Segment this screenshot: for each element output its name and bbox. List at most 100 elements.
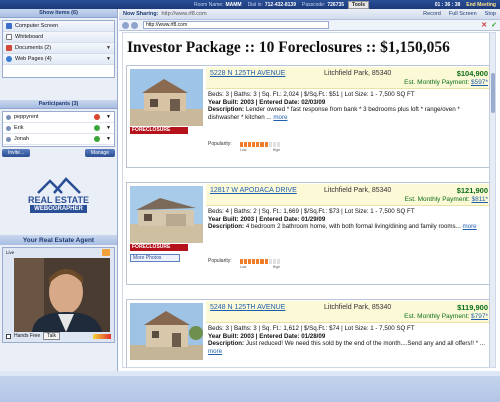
- show-item-computer-screen[interactable]: Computer Screen: [3, 21, 114, 32]
- participant-row[interactable]: peppyrent ▼: [3, 112, 114, 123]
- volume-icon[interactable]: [93, 333, 111, 339]
- monthly-payment-link[interactable]: $597*: [471, 79, 488, 86]
- listing-city: Litchfield Park, 85340: [324, 70, 392, 77]
- listing-photo-image: [130, 303, 203, 360]
- more-link[interactable]: more: [273, 114, 287, 121]
- popularity-bar: [240, 259, 280, 264]
- dial-in-label: Dial in:: [247, 1, 263, 8]
- listing-photo[interactable]: [130, 303, 203, 360]
- listing-details: Beds: 4 | Baths: 2 | Sq. Ft.: 1,669 | $/…: [208, 208, 491, 231]
- now-sharing-bar: Now Sharing: http://www.rf8.com Record F…: [119, 9, 500, 20]
- close-icon[interactable]: ✕: [481, 21, 487, 29]
- status-icon: [94, 136, 101, 142]
- listing-specs: Beds: 3 | Baths: 3 | Sq. Ft.: 1,612 | $/…: [208, 325, 415, 332]
- listing-description: Description: Lender owned * fast respons…: [208, 106, 460, 121]
- manage-button[interactable]: Manage: [84, 149, 115, 157]
- chevron-down-icon[interactable]: ▼: [106, 114, 111, 120]
- listing-year: Year Built: 2003 | Entered Date: 02/03/0…: [208, 98, 326, 106]
- camera-icon[interactable]: [102, 249, 110, 256]
- more-link[interactable]: more: [208, 348, 222, 355]
- listing-city: Litchfield Park, 85340: [324, 187, 392, 194]
- check-icon[interactable]: ✓: [491, 21, 497, 29]
- listing-address-link[interactable]: 5248 N 125TH AVENUE: [210, 304, 285, 311]
- listing-address-link[interactable]: 5228 N 125TH AVENUE: [210, 70, 285, 77]
- monthly-payment-link[interactable]: $797*: [471, 313, 488, 320]
- hands-free-checkbox[interactable]: [6, 333, 11, 339]
- listing-city: Litchfield Park, 85340: [324, 304, 392, 311]
- tools-menu[interactable]: Tools: [348, 0, 370, 9]
- invite-button[interactable]: Invite...: [2, 149, 31, 157]
- listing-year: Year Built: 2003 | Entered Date: 01/29/0…: [208, 215, 326, 223]
- listing-address-link[interactable]: 12817 W APODACA DRIVE: [210, 187, 297, 194]
- participants-header: Participants (3): [0, 100, 117, 109]
- document-icon: [6, 45, 12, 51]
- listing-header: 5248 N 125TH AVENUE Litchfield Park, 853…: [206, 301, 492, 323]
- meeting-clock: 01 : 36 : 38: [434, 1, 461, 8]
- listing-description: Description: Just reduced! We need this …: [208, 340, 486, 355]
- chevron-down-icon[interactable]: ▼: [106, 56, 111, 62]
- participant-row[interactable]: Jonah ▼: [3, 134, 114, 145]
- left-panel: Show Items (6) Computer Screen Whiteboar…: [0, 9, 118, 371]
- chevron-down-icon[interactable]: ▼: [106, 125, 111, 131]
- agent-video-panel: Live Hands Free Talk: [2, 247, 115, 343]
- participants-list: peppyrent ▼ Erik ▼ Jonah ▼: [2, 111, 115, 147]
- listing-photo-image: [130, 186, 203, 243]
- hands-free-label: Hands Free: [14, 333, 41, 339]
- agent-header: Your Real Estate Agent: [0, 235, 117, 245]
- agent-video-image: [14, 258, 110, 332]
- listing-price: $104,900: [456, 69, 488, 78]
- monthly-payment: Est. Monthly Payment: $597*: [404, 79, 488, 86]
- real-estate-webographer-logo: REAL ESTATE WEBOGRAPHER: [0, 161, 117, 227]
- passcode-label: Passcode:: [302, 1, 326, 8]
- stop-button[interactable]: Stop: [485, 11, 496, 17]
- back-icon[interactable]: [122, 21, 129, 29]
- show-item-label: Web Pages (4): [15, 56, 52, 62]
- participant-name: Erik: [14, 125, 24, 131]
- scrollbar-thumb[interactable]: [491, 73, 495, 113]
- more-link[interactable]: more: [463, 223, 477, 230]
- footer-bar: [0, 371, 500, 402]
- content-scrollbar[interactable]: [489, 33, 495, 367]
- now-sharing-url: http://www.rf8.com: [161, 11, 207, 17]
- listing-header: 12817 W APODACA DRIVE Litchfield Park, 8…: [206, 184, 492, 206]
- listing-photo[interactable]: [130, 69, 203, 126]
- talk-button[interactable]: Talk: [43, 332, 61, 340]
- listing-photo[interactable]: [130, 186, 203, 243]
- dial-in: 712-432-8139: [264, 1, 296, 8]
- show-item-label: Whiteboard: [15, 34, 44, 40]
- person-icon: [6, 114, 11, 120]
- monthly-payment-link[interactable]: $811*: [471, 196, 488, 203]
- passcode: 726735: [327, 1, 345, 8]
- house-logo-icon: [36, 177, 81, 194]
- url-input[interactable]: http://www.rf8.com: [143, 21, 329, 29]
- participant-row[interactable]: Erik ▼: [3, 123, 114, 134]
- listing-card: FORECLOSURE 5228 N 125TH AVENUE Litchfie…: [126, 65, 494, 168]
- show-item-web-pages[interactable]: Web Pages (4) ▼: [3, 54, 114, 65]
- web-content: Investor Package :: 10 Foreclosures :: $…: [122, 32, 496, 368]
- agent-controls: Hands Free Talk: [6, 332, 111, 340]
- popularity-bar: [240, 142, 280, 147]
- logo-bottom-text: WEBOGRAPHER: [30, 205, 87, 213]
- listing-price: $119,900: [457, 303, 488, 312]
- listing-photo-image: [130, 69, 203, 126]
- show-item-whiteboard[interactable]: Whiteboard: [3, 32, 114, 43]
- show-item-documents[interactable]: Documents (2) ▼: [3, 43, 114, 54]
- participant-actions: Invite... Manage: [2, 149, 115, 157]
- room-name-label: Room Name:: [194, 1, 224, 8]
- listing-specs: Beds: 4 | Baths: 2 | Sq. Ft.: 1,669 | $/…: [208, 208, 415, 215]
- person-icon: [6, 136, 11, 142]
- popularity-meter: Popularity: Low High: [208, 258, 280, 269]
- end-meeting-button[interactable]: End Meeting: [466, 2, 496, 8]
- more-photos-button[interactable]: More Photos: [130, 254, 180, 262]
- foreclosure-badge: FORECLOSURE: [130, 244, 188, 251]
- show-items-list: Computer Screen Whiteboard Documents (2)…: [2, 20, 115, 78]
- main-area: Now Sharing: http://www.rf8.com Record F…: [119, 9, 500, 371]
- full-screen-button[interactable]: Full Screen: [449, 11, 477, 17]
- monitor-icon: [6, 23, 12, 29]
- listing-price: $121,900: [456, 186, 488, 195]
- record-button[interactable]: Record: [423, 11, 441, 17]
- show-items-header: Show Items (6): [0, 9, 117, 18]
- forward-icon[interactable]: [131, 21, 138, 29]
- chevron-down-icon[interactable]: ▼: [106, 136, 111, 142]
- chevron-down-icon[interactable]: ▼: [106, 45, 111, 51]
